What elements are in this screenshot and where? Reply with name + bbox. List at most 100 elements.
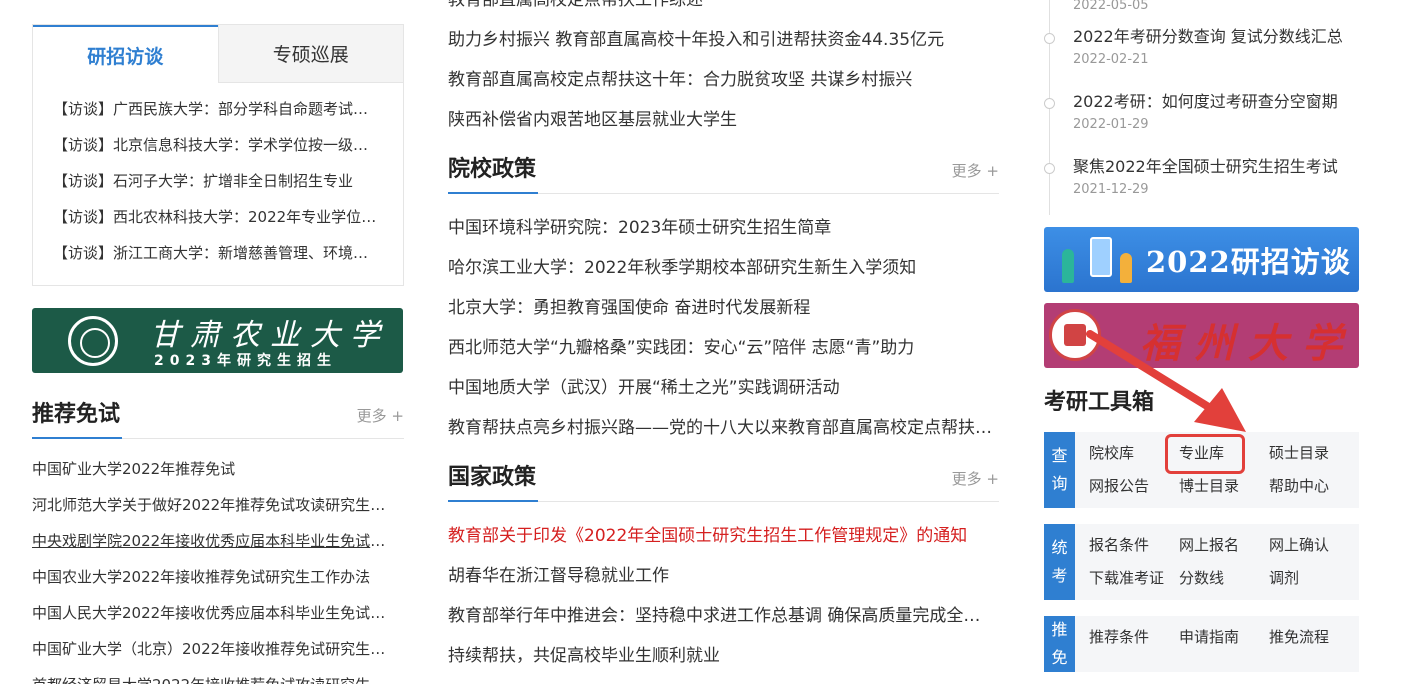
interview-item[interactable]: 【访谈】石河子大学：扩增非全日制招生专业 [53, 163, 383, 199]
more-link[interactable]: 更多 + [357, 405, 404, 426]
news-item[interactable]: 教育部举行年中推进会：坚持稳中求进工作总基调 确保高质量完成全年目标任务 [448, 596, 993, 636]
news-item[interactable]: 西北师范大学“九瓣格桑”实践团：安心“云”陪伴 志愿“青”助力 [448, 328, 993, 368]
timeline-date: 2022-02-21 [1073, 52, 1149, 67]
timeline-title: 2022考研：如何度过考研查分空窗期 [1073, 92, 1338, 111]
timeline-date: 2022-01-29 [1073, 117, 1149, 132]
tab-exhibition[interactable]: 专硕巡展 [217, 25, 403, 83]
news-item[interactable]: 胡春华在浙江督导稳就业工作 [448, 556, 993, 596]
timeline-dot-icon [1044, 33, 1055, 44]
tab-bar: 研招访谈 专硕巡展 [33, 25, 403, 83]
person-illustration-icon [1120, 253, 1132, 283]
list-item[interactable]: 河北师范大学关于做好2022年推荐免试攻读研究生工作的通知 [32, 487, 397, 523]
timeline-date: 2022-05-05 [1073, 0, 1149, 13]
school-policy-header: 院校政策 更多 + [448, 150, 999, 194]
tool-link-recommend-process[interactable]: 推免流程 [1269, 624, 1359, 651]
list-item[interactable]: 中国农业大学2022年接收推荐免试研究生工作办法 [32, 559, 397, 595]
tool-group-query: 查 询 院校库 专业库 硕士目录 网报公告 博士目录 帮助中心 [1044, 432, 1359, 508]
university-seal-icon [1049, 309, 1101, 361]
news-item[interactable]: 教育部直属高校定点帮扶工作综述 [448, 0, 993, 20]
tool-link-announcement[interactable]: 网报公告 [1089, 473, 1179, 500]
national-policy-list: 教育部关于印发《2022年全国硕士研究生招生工作管理规定》的通知 胡春华在浙江督… [448, 516, 999, 676]
interview-item[interactable]: 【访谈】广西民族大学：部分学科自命题考试科目调整 [53, 91, 383, 127]
tool-link-admission-ticket[interactable]: 下载准考证 [1089, 565, 1179, 592]
news-timeline: 2022-05-05 2022年考研分数查询 复试分数线汇总 2022-02-2… [1044, 0, 1359, 215]
news-item[interactable]: 教育部直属高校定点帮扶这十年：合力脱贫攻坚 共谋乡村振兴 [448, 60, 993, 100]
national-policy-header: 国家政策 更多 + [448, 458, 999, 502]
tool-link-online-confirm[interactable]: 网上确认 [1269, 532, 1359, 559]
timeline-item[interactable]: 聚焦2022年全国硕士研究生招生考试 2021-12-29 [1044, 150, 1359, 215]
person-illustration-icon [1062, 249, 1074, 283]
news-item[interactable]: 中国环境科学研究院：2023年硕士研究生招生简章 [448, 208, 993, 248]
timeline-dot-icon [1044, 98, 1055, 109]
list-item[interactable]: 中国人民大学2022年接收优秀应届本科毕业生免试攻读研究生 [32, 595, 397, 631]
list-item[interactable]: 首都经济贸易大学2022年接收推荐免试攻读研究生 [32, 667, 397, 684]
label-char: 统 [1051, 538, 1068, 557]
section-title: 推荐免试 [32, 396, 123, 439]
top-news-list: 教育部直属高校定点帮扶工作综述 助力乡村振兴 教育部直属高校十年投入和引进帮扶资… [448, 0, 999, 140]
interview-tabs-panel: 研招访谈 专硕巡展 【访谈】广西民族大学：部分学科自命题考试科目调整 【访谈】北… [32, 24, 404, 286]
tool-group-recommend: 推 免 推荐条件 申请指南 推免流程 [1044, 616, 1359, 672]
tool-link-online-register[interactable]: 网上报名 [1179, 532, 1269, 559]
tool-link-score-line[interactable]: 分数线 [1179, 565, 1269, 592]
news-item[interactable]: 助力乡村振兴 教育部直属高校十年投入和引进帮扶资金44.35亿元 [448, 20, 993, 60]
banner-university-name: 甘肃农业大学 [150, 318, 390, 353]
timeline-title: 2022年考研分数查询 复试分数线汇总 [1073, 27, 1343, 46]
interview-2022-banner[interactable]: 2022研招访谈 [1044, 227, 1359, 292]
tool-links: 推荐条件 申请指南 推免流程 [1075, 616, 1359, 672]
news-item[interactable]: 北京大学：勇担教育强国使命 奋进时代发展新程 [448, 288, 993, 328]
timeline-item[interactable]: 2022-05-05 [1073, 0, 1359, 20]
timeline-dot-icon [1044, 163, 1055, 174]
label-char: 推 [1051, 620, 1068, 639]
news-item[interactable]: 陕西补偿省内艰苦地区基层就业大学生 [448, 100, 993, 140]
recommend-section: 推荐免试 更多 + 中国矿业大学2022年推荐免试 河北师范大学关于做好2022… [32, 395, 404, 684]
interview-item[interactable]: 【访谈】浙江工商大学：新增慈善管理、环境工程专业 [53, 235, 383, 271]
list-item[interactable]: 中央戏剧学院2022年接收优秀应届本科毕业生免试攻读研究生 [32, 523, 397, 559]
tool-link-apply-guide[interactable]: 申请指南 [1179, 624, 1269, 651]
tool-link-major-db[interactable]: 专业库 [1165, 434, 1269, 474]
label-char: 考 [1051, 566, 1068, 585]
tool-link-school-db[interactable]: 院校库 [1089, 440, 1179, 467]
middle-column: 教育部直属高校定点帮扶工作综述 助力乡村振兴 教育部直属高校十年投入和引进帮扶资… [448, 0, 999, 676]
banner-text: 2022研招访谈 [1146, 245, 1351, 279]
list-item[interactable]: 中国矿业大学2022年推荐免试 [32, 451, 397, 487]
interview-item[interactable]: 【访谈】西北农林科技大学：2022年专业学位招生计划 [53, 199, 383, 235]
tool-link-conditions[interactable]: 报名条件 [1089, 532, 1179, 559]
right-column: 2022-05-05 2022年考研分数查询 复试分数线汇总 2022-02-2… [1044, 0, 1359, 684]
toolbox: 查 询 院校库 专业库 硕士目录 网报公告 博士目录 帮助中心 统 考 报名条件… [1044, 432, 1359, 672]
timeline-item[interactable]: 2022年考研分数查询 复试分数线汇总 2022-02-21 [1044, 20, 1359, 85]
list-item[interactable]: 中国矿业大学（北京）2022年接收推荐免试研究生工作办法 [32, 631, 397, 667]
interview-item[interactable]: 【访谈】北京信息科技大学：学术学位按一级学科招生 [53, 127, 383, 163]
school-policy-section: 院校政策 更多 + 中国环境科学研究院：2023年硕士研究生招生简章 哈尔滨工业… [448, 150, 999, 448]
news-item[interactable]: 持续帮扶，共促高校毕业生顺利就业 [448, 636, 993, 676]
timeline-item[interactable]: 2022考研：如何度过考研查分空窗期 2022-01-29 [1044, 85, 1359, 150]
news-item[interactable]: 中国地质大学（武汉）开展“稀土之光”实践调研活动 [448, 368, 993, 408]
label-char: 询 [1051, 474, 1068, 493]
label-char: 免 [1051, 648, 1068, 667]
more-link[interactable]: 更多 + [952, 468, 999, 489]
interview-list: 【访谈】广西民族大学：部分学科自命题考试科目调整 【访谈】北京信息科技大学：学术… [33, 83, 403, 271]
tool-link-recommend-conditions[interactable]: 推荐条件 [1089, 624, 1179, 651]
tool-links: 报名条件 网上报名 网上确认 下载准考证 分数线 调剂 [1075, 524, 1359, 600]
tool-link-help[interactable]: 帮助中心 [1269, 473, 1359, 500]
news-item[interactable]: 教育帮扶点亮乡村振兴路——党的十八大以来教育部直属高校定点帮扶工作综述 [448, 408, 993, 448]
banner-text: 福州大学 [1140, 320, 1356, 367]
tool-link-adjustment[interactable]: 调剂 [1269, 565, 1359, 592]
tab-interviews[interactable]: 研招访谈 [33, 25, 218, 83]
more-link[interactable]: 更多 + [952, 160, 999, 181]
school-policy-list: 中国环境科学研究院：2023年硕士研究生招生简章 哈尔滨工业大学：2022年秋季… [448, 208, 999, 448]
news-item[interactable]: 哈尔滨工业大学：2022年秋季学期校本部研究生新生入学须知 [448, 248, 993, 288]
recommend-list: 中国矿业大学2022年推荐免试 河北师范大学关于做好2022年推荐免试攻读研究生… [32, 451, 404, 684]
news-item[interactable]: 教育部关于印发《2022年全国硕士研究生招生工作管理规定》的通知 [448, 516, 993, 556]
gansu-university-banner[interactable]: 甘肃农业大学 2023年研究生招生 [32, 308, 403, 373]
fuzhou-university-banner[interactable]: 福州大学 [1044, 303, 1359, 368]
label-char: 查 [1051, 446, 1068, 465]
tool-group-label: 推 免 [1044, 616, 1075, 672]
toolbox-title: 考研工具箱 [1044, 390, 1155, 415]
tool-group-exam: 统 考 报名条件 网上报名 网上确认 下载准考证 分数线 调剂 [1044, 524, 1359, 600]
left-column: 研招访谈 专硕巡展 【访谈】广西民族大学：部分学科自命题考试科目调整 【访谈】北… [32, 24, 404, 684]
tool-group-label: 统 考 [1044, 524, 1075, 600]
tool-link-phd-catalog[interactable]: 博士目录 [1179, 473, 1269, 500]
tool-link-master-catalog[interactable]: 硕士目录 [1269, 440, 1359, 467]
phone-illustration-icon [1090, 237, 1112, 277]
university-seal-icon [68, 316, 118, 366]
